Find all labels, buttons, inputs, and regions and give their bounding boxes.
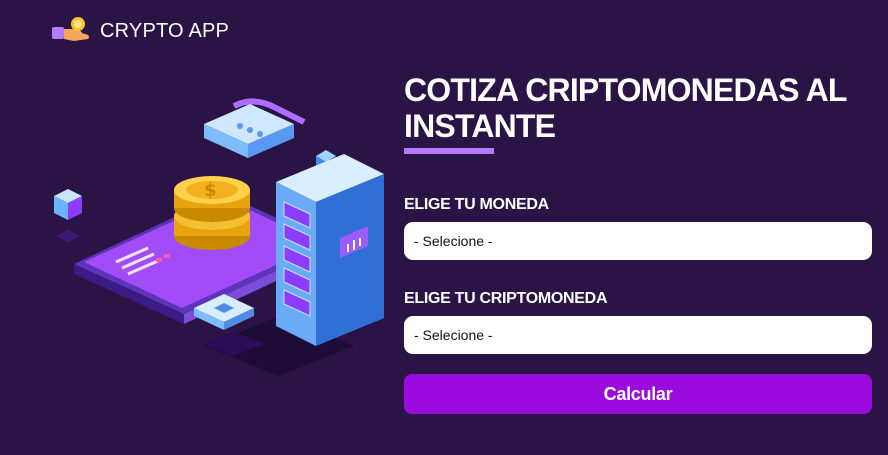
svg-text:$: $ xyxy=(204,180,217,201)
app-logo[interactable]: CRYPTO APP xyxy=(52,15,229,48)
page-title: COTIZA CRIPTOMONEDAS AL INSTANTE xyxy=(404,72,847,144)
currency-label: ELIGE TU MONEDA xyxy=(404,196,549,213)
currency-field: ELIGE TU MONEDA - Selecione - xyxy=(404,196,874,260)
crypto-field: ELIGE TU CRIPTOMONEDA - Selecione - xyxy=(404,290,874,354)
calculate-button[interactable]: Calcular xyxy=(404,374,872,414)
crypto-label: ELIGE TU CRIPTOMONEDA xyxy=(404,290,608,307)
quote-form: COTIZA CRIPTOMONEDAS AL INSTANTE ELIGE T… xyxy=(404,72,874,414)
crypto-phone-server-illustration: $ xyxy=(44,96,384,386)
title-underline xyxy=(404,148,494,154)
currency-select-value: - Selecione - xyxy=(414,233,493,249)
app-name: CRYPTO APP xyxy=(100,20,230,42)
hand-coin-icon xyxy=(52,15,92,48)
crypto-select[interactable]: - Selecione - xyxy=(404,316,872,354)
currency-select[interactable]: - Selecione - xyxy=(404,222,872,260)
crypto-select-value: - Selecione - xyxy=(414,327,493,343)
